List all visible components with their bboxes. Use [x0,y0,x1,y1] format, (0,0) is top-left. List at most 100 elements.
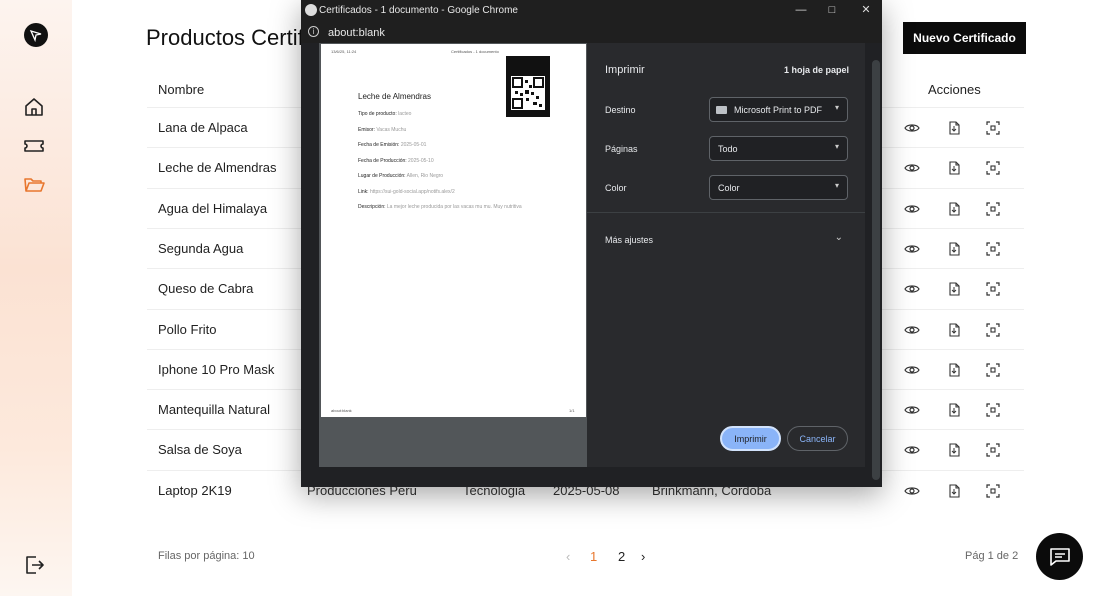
preview-field-label: Fecha de Emisión: [358,142,400,148]
pages-value: Todo [718,144,738,154]
logout-icon[interactable] [22,553,46,577]
print-settings-panel: Imprimir 1 hoja de papel Destino Microso… [587,43,865,467]
close-icon[interactable]: ✕ [859,3,873,17]
home-icon[interactable] [22,95,46,119]
download-icon[interactable] [946,322,962,338]
qr-scan-icon[interactable] [985,442,1001,458]
preview-field-label: Descripción: [358,204,386,210]
preview-field-label: Lugar de Producción: [358,173,406,179]
info-icon[interactable]: i [308,26,319,37]
url-text: about:blank [328,27,385,39]
download-icon[interactable] [946,201,962,217]
download-icon[interactable] [946,442,962,458]
preview-field: Fecha de Producción: 2025-05-10 [358,158,434,164]
product-name: Leche de Almendras [158,160,277,176]
product-name: Agua del Himalaya [158,200,268,216]
chevron-down-icon: ▾ [834,103,839,112]
view-icon[interactable] [904,160,920,176]
pages-select[interactable]: Todo ▾ [709,136,848,161]
download-icon[interactable] [946,241,962,257]
preview-field-label: Fecha de Producción: [358,157,407,164]
ticket-icon[interactable] [22,134,46,158]
preview-field-value: 2025-05-10 [408,157,434,164]
preview-field: Link: https://sui-gold-social.app/notifs… [358,189,455,195]
qr-scan-icon[interactable] [985,483,1001,499]
window-title: Certificados - 1 documento - Google Chro… [319,5,518,16]
preview-field-value: La mejor leche producida por las vacas m… [386,204,522,210]
preview-footer-left: about:blank [331,408,352,413]
preview-field-value: https://sui-gold-social.app/notifs.alex/… [369,188,455,195]
color-label: Color [605,183,627,193]
rows-per-page[interactable]: Filas por página: 10 [158,550,255,562]
folder-icon[interactable] [22,173,46,197]
qr-scan-icon[interactable] [985,160,1001,176]
scrollbar[interactable] [872,60,880,480]
chat-icon [1049,547,1070,566]
product-name: Laptop 2K19 [158,482,232,498]
view-icon[interactable] [904,281,920,297]
preview-field-value: lacteo [398,111,412,117]
next-page-icon[interactable]: › [641,549,645,564]
product-name: Iphone 10 Pro Mask [158,361,275,377]
download-icon[interactable] [946,402,962,418]
download-icon[interactable] [946,483,962,499]
view-icon[interactable] [904,362,920,378]
column-header-actions: Acciones [928,82,981,97]
color-value: Color [718,183,740,193]
view-icon[interactable] [904,241,920,257]
view-icon[interactable] [904,322,920,338]
qr-scan-icon[interactable] [985,281,1001,297]
preview-field-value: Vacas Muchu [376,126,407,133]
view-icon[interactable] [904,120,920,136]
settings-divider [587,212,865,213]
print-button[interactable]: Imprimir [720,426,781,451]
minimize-icon[interactable]: — [794,3,808,17]
preview-field: Emisor: Vacas Muchu [358,127,406,133]
download-icon[interactable] [946,120,962,136]
sheet-count: 1 hoja de papel [783,65,849,75]
qr-scan-icon[interactable] [985,322,1001,338]
download-icon[interactable] [946,160,962,176]
qr-scan-icon[interactable] [985,201,1001,217]
product-name: Queso de Cabra [158,281,254,297]
view-icon[interactable] [904,402,920,418]
print-title: Imprimir [605,64,645,76]
maximize-icon[interactable]: □ [825,3,839,17]
destination-value: Microsoft Print to PDF [734,105,823,115]
logo-icon[interactable] [24,23,48,47]
view-icon[interactable] [904,483,920,499]
new-certificate-button[interactable]: Nuevo Certificado [903,22,1026,54]
qr-scan-icon[interactable] [985,402,1001,418]
print-dialog-window: Certificados - 1 documento - Google Chro… [301,0,882,487]
download-icon[interactable] [946,362,962,378]
preview-field-value: Allen, Rio Negro [406,173,444,179]
cancel-button[interactable]: Cancelar [787,426,848,451]
chevron-down-icon: ▾ [834,181,839,190]
chat-button[interactable] [1036,533,1083,580]
product-name: Mantequilla Natural [158,402,271,418]
chevron-down-icon[interactable]: ⌄ [835,232,843,243]
address-bar: i about:blank [301,21,882,43]
page-1-link[interactable]: 1 [590,549,597,564]
pages-label: Páginas [605,144,638,154]
more-settings-toggle[interactable]: Más ajustes [605,235,653,245]
view-icon[interactable] [904,201,920,217]
qr-scan-icon[interactable] [985,120,1001,136]
prev-page-icon[interactable]: ‹ [566,549,570,564]
preview-field-label: Tipo de producto: [358,111,397,117]
page-2-link[interactable]: 2 [618,549,625,564]
product-name: Salsa de Soya [158,442,242,458]
preview-field: Tipo de producto: lacteo [358,111,411,117]
destination-select[interactable]: Microsoft Print to PDF ▾ [709,97,848,122]
window-titlebar: Certificados - 1 documento - Google Chro… [301,0,882,21]
view-icon[interactable] [904,442,920,458]
color-select[interactable]: Color ▾ [709,175,848,200]
qr-scan-icon[interactable] [985,241,1001,257]
preview-field: Fecha de Emisión: 2025-05-01 [358,142,426,148]
product-name: Pollo Frito [158,321,217,337]
download-icon[interactable] [946,281,962,297]
preview-footer-right: 1/1 [569,408,575,413]
product-name: Segunda Agua [158,240,244,256]
preview-field: Lugar de Producción: Allen, Rio Negro [358,173,443,179]
qr-scan-icon[interactable] [985,362,1001,378]
